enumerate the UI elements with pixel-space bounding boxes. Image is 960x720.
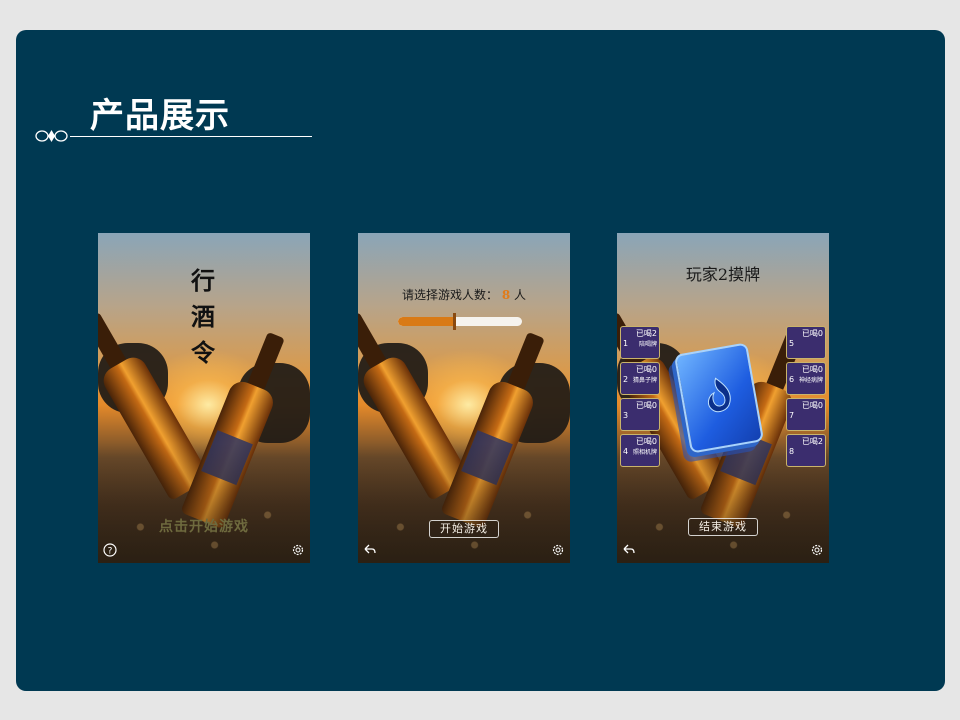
screenshot-home: 行 酒 令 点击开始游戏 ? xyxy=(98,233,310,563)
back-icon[interactable] xyxy=(363,543,377,557)
beer-bottle-left xyxy=(358,305,471,502)
draw-card-deck[interactable] xyxy=(673,342,765,454)
slide-title: 产品展示 xyxy=(90,96,230,136)
player-count-value: 8 xyxy=(501,288,511,302)
end-game-button[interactable]: 结束游戏 xyxy=(688,518,758,536)
back-icon[interactable] xyxy=(622,543,636,557)
player-slot-5[interactable]: 已喝0 5 xyxy=(786,326,826,359)
prompt-unit: 人 xyxy=(514,288,527,302)
help-icon[interactable]: ? xyxy=(103,543,117,557)
title-char: 行 xyxy=(191,266,215,295)
gear-icon[interactable] xyxy=(551,543,565,557)
current-turn-title: 玩家2摸牌 xyxy=(685,265,761,284)
player-slot-6[interactable]: 已喝0 6 神经病牌 xyxy=(786,362,826,395)
flame-emblem-icon xyxy=(707,377,731,413)
start-game-button[interactable]: 开始游戏 xyxy=(429,520,499,538)
player-slot-1[interactable]: 已喝2 1 陪喝牌 xyxy=(620,326,660,359)
title-char: 酒 xyxy=(191,302,215,331)
ornament-icon xyxy=(35,130,68,142)
player-slot-3[interactable]: 已喝0 3 xyxy=(620,398,660,431)
slider-thumb[interactable] xyxy=(452,313,456,330)
title-underline xyxy=(70,136,312,137)
svg-text:?: ? xyxy=(108,547,113,557)
game-title: 行 酒 令 xyxy=(178,263,228,371)
title-char: 令 xyxy=(191,338,215,367)
player-count-prompt: 请选择游戏人数： 8 人 xyxy=(358,286,570,303)
slider-fill xyxy=(398,317,454,326)
player-count-slider[interactable] xyxy=(398,317,522,326)
screenshot-player-select: 请选择游戏人数： 8 人 开始游戏 xyxy=(358,233,570,563)
screenshot-draw-card: 玩家2摸牌 已喝2 1 陪喝牌 已喝0 2 猜鼻子牌 已喝0 3 已喝0 4 照… xyxy=(617,233,829,563)
gear-icon[interactable] xyxy=(291,543,305,557)
player-slot-8[interactable]: 已喝2 8 xyxy=(786,434,826,467)
player-slot-7[interactable]: 已喝0 7 xyxy=(786,398,826,431)
gear-icon[interactable] xyxy=(810,543,824,557)
player-slot-4[interactable]: 已喝0 4 照相机牌 xyxy=(620,434,660,467)
tap-to-start-text[interactable]: 点击开始游戏 xyxy=(98,516,310,536)
prompt-label: 请选择游戏人数： xyxy=(401,288,498,302)
player-slot-2[interactable]: 已喝0 2 猜鼻子牌 xyxy=(620,362,660,395)
